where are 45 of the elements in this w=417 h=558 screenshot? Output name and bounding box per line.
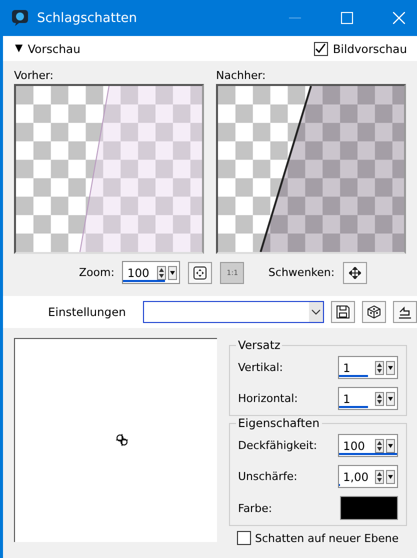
maximize-icon[interactable] <box>341 12 353 24</box>
pan-button[interactable] <box>342 262 367 284</box>
settings-dropdown[interactable] <box>142 301 324 323</box>
reset-button[interactable] <box>393 301 417 323</box>
pan-label: Schwenken: <box>268 266 335 279</box>
color-swatch[interactable] <box>340 496 398 520</box>
app-icon <box>11 9 29 27</box>
fit-icon <box>193 266 208 280</box>
preview-toggle[interactable]: ▼ <box>15 43 23 54</box>
dice-icon <box>367 305 382 319</box>
field-label: Deckfähigkeit: <box>238 439 318 452</box>
group-title: Versatz <box>236 338 282 352</box>
field-label: Horizontal: <box>238 392 298 405</box>
save-button[interactable] <box>331 301 356 323</box>
spin-arrows-icon[interactable] <box>375 392 395 406</box>
checkbox[interactable] <box>237 531 251 545</box>
checkbox-label: Bildvorschau <box>332 42 407 56</box>
move-icon <box>348 266 361 278</box>
after-label: Nachher: <box>216 69 267 82</box>
zoom-label: Zoom: <box>79 266 114 279</box>
preview-label: Vorschau <box>28 42 80 56</box>
zoom-field[interactable]: 100 <box>122 261 180 284</box>
fit-window-button[interactable] <box>188 262 212 284</box>
window-title: Schlagschatten <box>37 10 138 26</box>
chevron-down-icon[interactable] <box>309 302 324 322</box>
dice-button[interactable] <box>362 301 386 323</box>
spin-arrows-icon[interactable] <box>157 266 178 280</box>
settings-label: Einstellungen <box>48 305 127 319</box>
group-title: Eigenschaften <box>236 416 322 430</box>
number-field[interactable]: 1,00 <box>338 465 398 488</box>
close-icon[interactable] <box>393 12 405 24</box>
number-field[interactable]: 1 <box>338 387 398 410</box>
checkbox[interactable] <box>314 42 328 56</box>
field-label: Farbe: <box>238 502 272 514</box>
number-field[interactable]: 100 <box>338 434 398 457</box>
crosshair-icon <box>116 434 128 446</box>
before-label: Vorher: <box>14 69 55 82</box>
number-field[interactable]: 1 <box>338 356 398 379</box>
spin-arrows-icon[interactable] <box>375 438 395 452</box>
reset-icon <box>397 305 414 319</box>
field-label: Unschärfe: <box>238 470 298 483</box>
spin-arrows-icon[interactable] <box>375 470 395 484</box>
checkbox-label: Schatten auf neuer Ebene <box>255 532 399 544</box>
spin-arrows-icon[interactable] <box>375 360 395 374</box>
field-label: Vertikal: <box>238 361 284 374</box>
